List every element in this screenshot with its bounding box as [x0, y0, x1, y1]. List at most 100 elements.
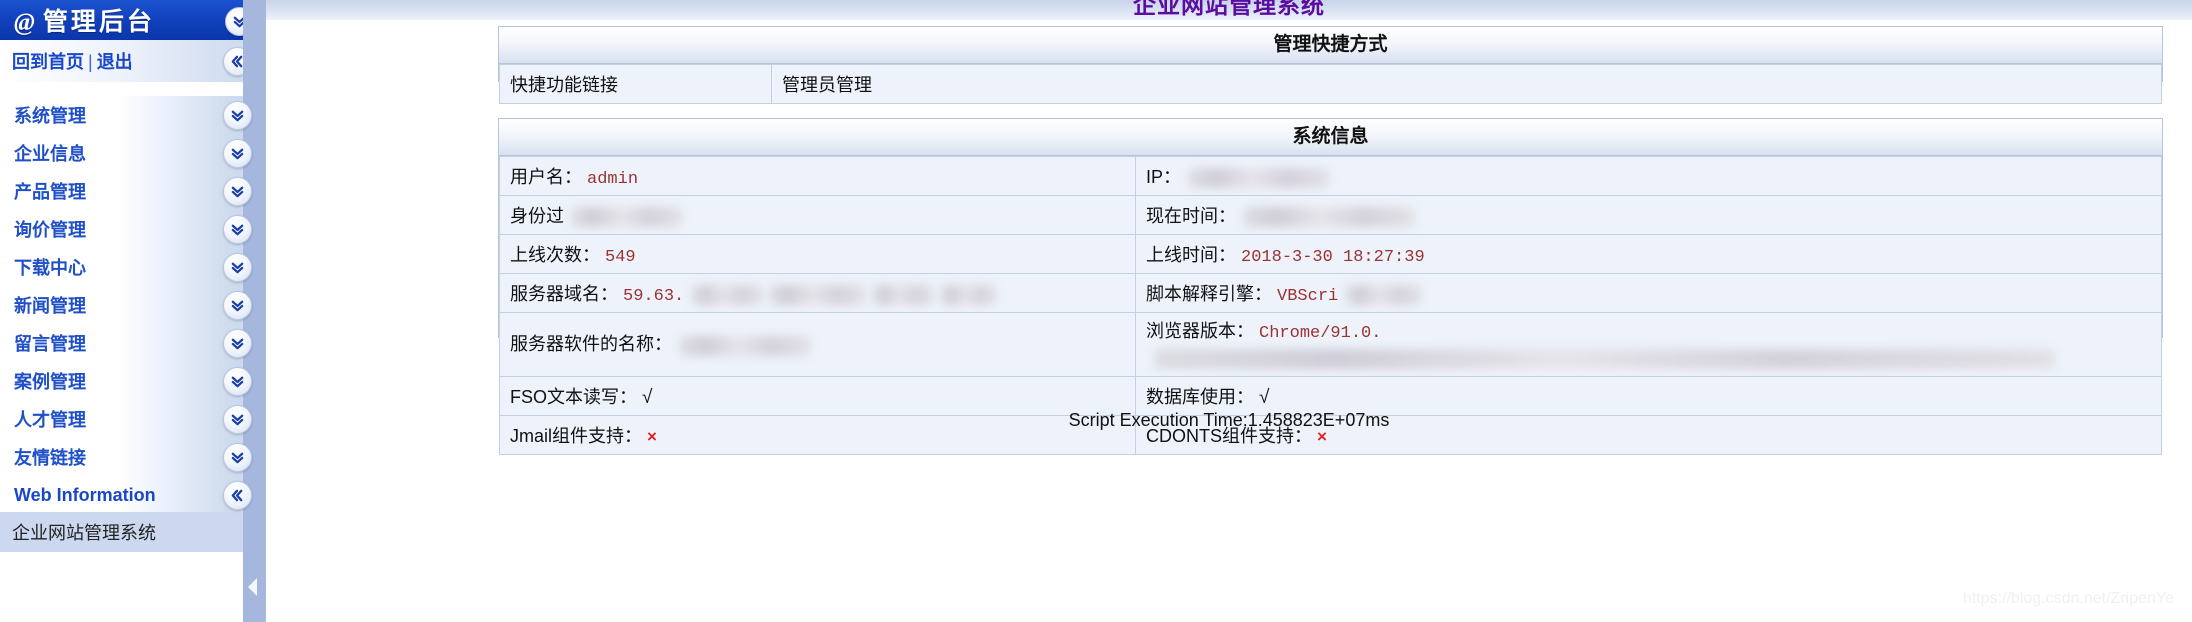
- sidebar-brand-label: 管理后台: [42, 8, 155, 36]
- table-row: 身份过 现在时间：: [499, 195, 2162, 235]
- chevron-double-down-icon[interactable]: [223, 443, 252, 472]
- sidebar-menu: 系统管理企业信息产品管理询价管理下载中心新闻管理留言管理案例管理人才管理友情链接…: [0, 96, 266, 514]
- link-separator: |: [88, 52, 93, 72]
- redacted-block: [692, 285, 763, 306]
- sysinfo-left-cell: 身份过: [499, 195, 1136, 235]
- sidebar-header: @ 管理后台: [0, 0, 266, 40]
- sidebar-item-label: 案例管理: [14, 372, 86, 392]
- table-row: 服务器软件的名称： 浏览器版本： Chrome/91.0.: [499, 311, 2162, 378]
- chevron-double-down-icon[interactable]: [223, 253, 252, 282]
- chevron-double-down-icon[interactable]: [223, 291, 252, 320]
- quick-access-row-value[interactable]: 管理员管理: [771, 64, 2162, 104]
- redacted-block: [1244, 207, 1414, 228]
- left-label: FSO文本读写：: [510, 387, 638, 408]
- right-label: 上线时间：: [1146, 245, 1236, 265]
- redacted-block: [572, 207, 682, 228]
- sidebar-item-8[interactable]: 案例管理: [0, 362, 266, 400]
- left-value: √: [642, 387, 653, 409]
- left-value: 59.63.: [623, 287, 685, 306]
- right-label: IP：: [1146, 167, 1182, 187]
- redacted-block: [1189, 168, 1330, 189]
- sidebar: @ 管理后台 回到首页 | 退出 系统管理企业信息产品管理询价管理下载中心新闻管理留言…: [0, 0, 266, 622]
- left-label: 用户名：: [510, 167, 582, 187]
- redacted-block: [770, 285, 866, 306]
- table-row: 服务器域名： 59.63. 脚本解释引擎： VBScri: [499, 273, 2162, 313]
- table-row: 上线次数： 549 上线时间： 2018-3-30 18:27:39: [499, 234, 2162, 274]
- left-value: admin: [587, 170, 639, 189]
- sidebar-item-10[interactable]: 友情链接: [0, 438, 266, 476]
- redacted-block: [941, 285, 997, 306]
- left-value: 549: [605, 248, 636, 267]
- quick-access-heading: 管理快捷方式: [499, 27, 2162, 64]
- sidebar-item-label: 友情链接: [14, 448, 86, 468]
- quick-access-panel: 管理快捷方式 快捷功能链接 管理员管理: [498, 26, 2163, 104]
- sidebar-item-11[interactable]: Web Information: [0, 476, 266, 514]
- sidebar-item-7[interactable]: 留言管理: [0, 324, 266, 362]
- right-label: 现在时间：: [1146, 206, 1236, 226]
- left-label: 服务器域名：: [510, 284, 618, 304]
- system-info-heading: 系统信息: [499, 119, 2162, 156]
- sidebar-item-5[interactable]: 下载中心: [0, 248, 266, 286]
- at-icon: @: [14, 9, 38, 36]
- right-value: 2018-3-30 18:27:39: [1241, 248, 1425, 267]
- chevron-double-down-icon[interactable]: [223, 215, 252, 244]
- right-value: Chrome/91.0.: [1259, 324, 1382, 343]
- left-label: 上线次数：: [510, 245, 600, 265]
- script-execution-time: Script Execution Time:1.458823E+07ms: [1068, 410, 1390, 430]
- sysinfo-left-cell: 用户名： admin: [499, 156, 1136, 196]
- quick-access-row-label: 快捷功能链接: [499, 64, 772, 104]
- chevron-double-down-icon[interactable]: [223, 101, 252, 130]
- sysinfo-right-cell: 浏览器版本： Chrome/91.0.: [1135, 311, 2162, 378]
- sidebar-item-1[interactable]: 系统管理: [0, 96, 266, 134]
- sidebar-item-label: 产品管理: [14, 182, 86, 202]
- sidebar-item-label: 留言管理: [14, 334, 86, 354]
- triangle-left-icon[interactable]: [248, 578, 257, 596]
- sidebar-item-label: 企业信息: [14, 144, 86, 164]
- sidebar-footer-label: 企业网站管理系统: [12, 523, 156, 543]
- redacted-block: [680, 335, 810, 356]
- page-title-bar: 企业网站管理系统: [266, 0, 2192, 20]
- sidebar-item-9[interactable]: 人才管理: [0, 400, 266, 438]
- logout-link[interactable]: 退出: [97, 52, 133, 72]
- right-value: √: [1259, 387, 1270, 409]
- redacted-block: [1154, 349, 2054, 370]
- system-info-panel: 系统信息 用户名： admin IP： 身份过 现在时间： 上线次数： 549 上线时间：…: [498, 118, 2163, 456]
- sidebar-item-label: 新闻管理: [14, 296, 86, 316]
- sidebar-quick-links: 回到首页 | 退出: [12, 48, 133, 74]
- sidebar-topbar: 回到首页 | 退出: [0, 40, 266, 82]
- sidebar-item-label: Web Information: [14, 484, 156, 505]
- sidebar-item-label: 下载中心: [14, 258, 86, 278]
- redacted-block: [873, 285, 934, 306]
- sidebar-item-6[interactable]: 新闻管理: [0, 286, 266, 324]
- sidebar-item-label: 询价管理: [14, 220, 86, 240]
- main-content: 企业网站管理系统 管理快捷方式 快捷功能链接 管理员管理 系统信息 用户名： a…: [266, 0, 2192, 622]
- page-title: 企业网站管理系统: [1133, 0, 1325, 18]
- watermark: https://blog.csdn.net/ZripenYe: [1962, 590, 2174, 607]
- chevron-double-down-icon[interactable]: [223, 139, 252, 168]
- table-row: 快捷功能链接 管理员管理: [499, 64, 2162, 104]
- sysinfo-left-cell: 上线次数： 549: [499, 234, 1136, 274]
- sidebar-item-3[interactable]: 产品管理: [0, 172, 266, 210]
- left-label: 服务器软件的名称：: [510, 334, 672, 355]
- back-to-home-link[interactable]: 回到首页: [12, 52, 84, 72]
- right-label: 数据库使用：: [1146, 387, 1254, 408]
- sidebar-item-label: 人才管理: [14, 410, 86, 430]
- sysinfo-right-cell: 脚本解释引擎： VBScri: [1135, 273, 2162, 313]
- chevron-double-down-icon[interactable]: [223, 405, 252, 434]
- sidebar-item-2[interactable]: 企业信息: [0, 134, 266, 172]
- sysinfo-right-cell: IP：: [1135, 156, 2162, 196]
- table-row: 用户名： admin IP：: [499, 156, 2162, 196]
- right-value: VBScri: [1277, 287, 1339, 306]
- sysinfo-left-cell: 服务器域名： 59.63.: [499, 273, 1136, 313]
- right-label: 脚本解释引擎：: [1146, 284, 1272, 304]
- sysinfo-right-cell: 上线时间： 2018-3-30 18:27:39: [1135, 234, 2162, 274]
- sidebar-item-4[interactable]: 询价管理: [0, 210, 266, 248]
- chevron-double-down-icon[interactable]: [223, 367, 252, 396]
- sysinfo-left-cell: 服务器软件的名称：: [499, 311, 1136, 378]
- chevron-double-left-icon[interactable]: [223, 481, 252, 510]
- sidebar-footer: 企业网站管理系统: [0, 512, 266, 552]
- sidebar-brand: @ 管理后台: [14, 2, 155, 38]
- redacted-block: [1346, 285, 1422, 306]
- chevron-double-down-icon[interactable]: [223, 177, 252, 206]
- chevron-double-down-icon[interactable]: [223, 329, 252, 358]
